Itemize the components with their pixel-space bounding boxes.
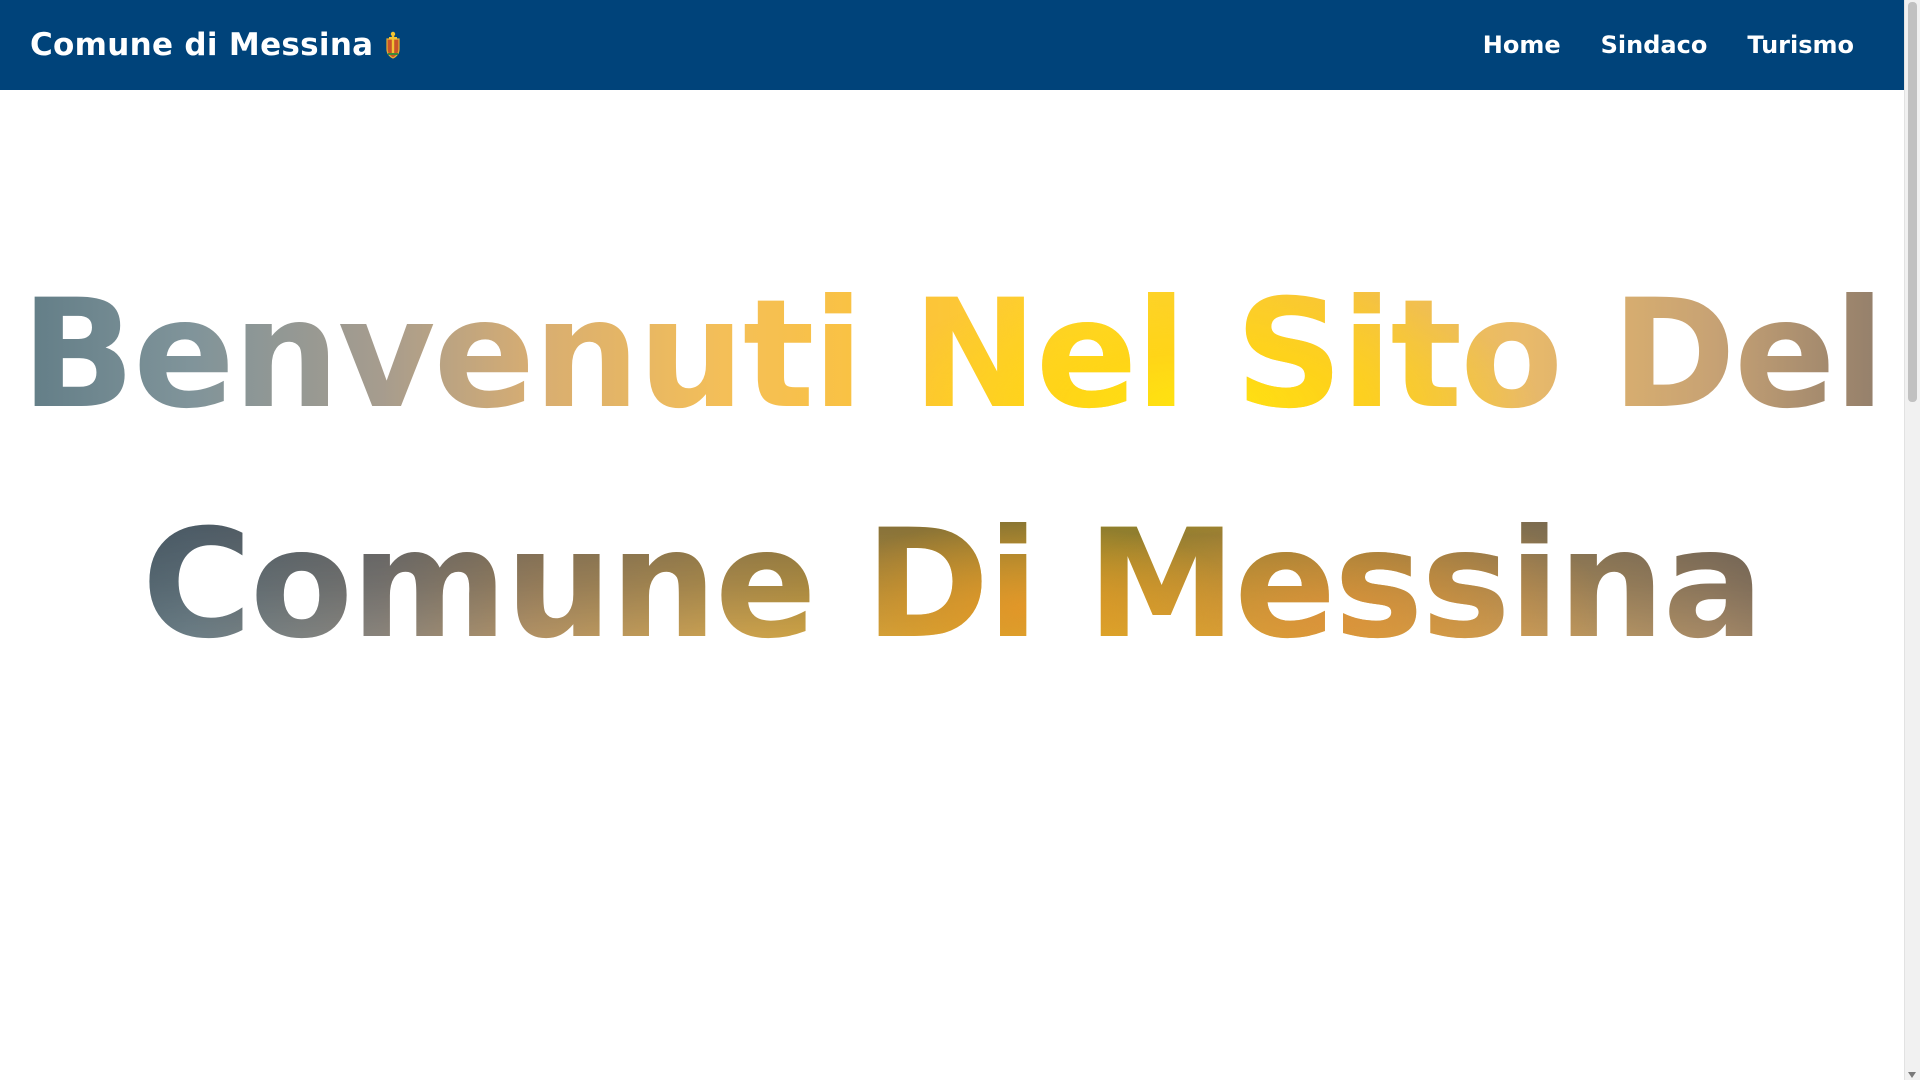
top-navbar: Comune di Messina Home Sindaco Turismo xyxy=(0,0,1904,90)
brand-link[interactable]: Comune di Messina xyxy=(30,27,403,63)
hero-title: Benvenuti Nel Sito Del Comune Di Messina xyxy=(0,240,1904,700)
scrollbar-thumb[interactable] xyxy=(1908,2,1917,402)
nav-link-sindaco[interactable]: Sindaco xyxy=(1601,31,1708,59)
scroll-down-arrow-icon[interactable] xyxy=(1908,1072,1916,1078)
nav-links: Home Sindaco Turismo xyxy=(1483,31,1854,59)
nav-link-turismo[interactable]: Turismo xyxy=(1747,31,1854,59)
crest-icon xyxy=(383,30,403,60)
page: Comune di Messina Home Sindaco Turismo B… xyxy=(0,0,1920,1080)
brand-title: Comune di Messina xyxy=(30,27,374,63)
nav-link-home[interactable]: Home xyxy=(1483,31,1561,59)
page-scrollbar[interactable] xyxy=(1904,0,1920,1080)
hero-title-line-2: Comune Di Messina xyxy=(141,498,1763,672)
hero-section: Benvenuti Nel Sito Del Comune Di Messina xyxy=(0,90,1904,1080)
hero-title-line-1: Benvenuti Nel Sito Del xyxy=(20,268,1884,442)
